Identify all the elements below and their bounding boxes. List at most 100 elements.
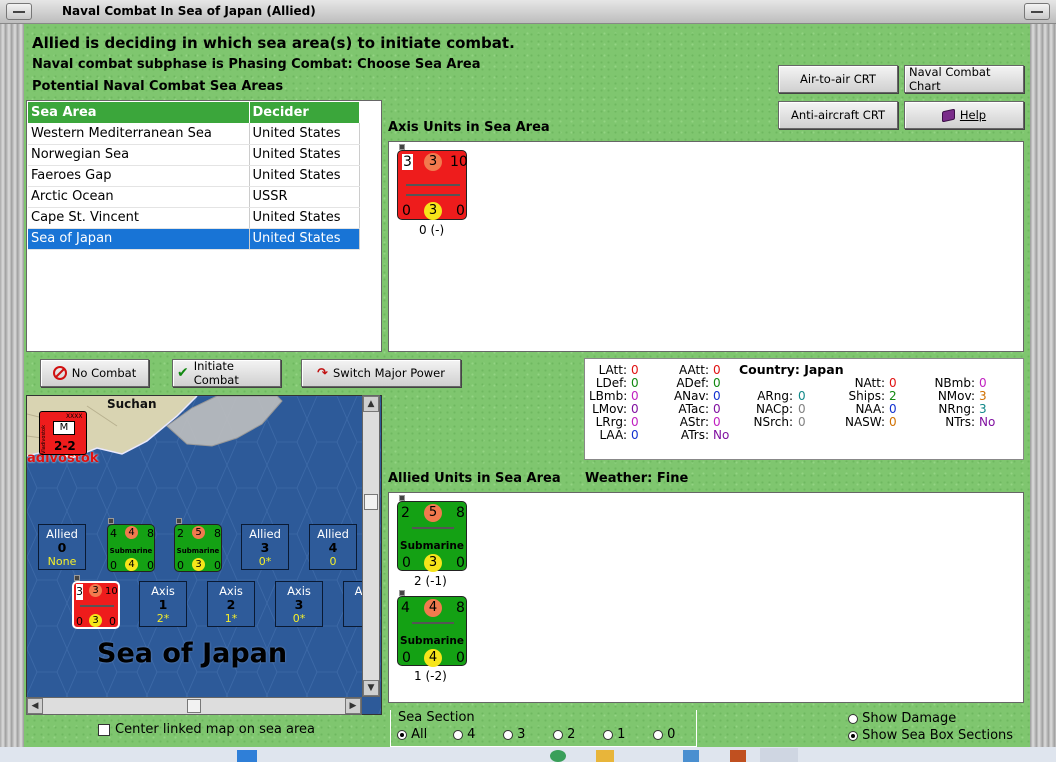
stat-value: 0 (798, 415, 806, 429)
allied-sea-box-4[interactable]: Allied 4 0 (309, 524, 357, 570)
initiate-combat-button[interactable]: ✔ Initiate Combat (172, 359, 281, 387)
allied-submarine-counter[interactable]: 4 4 8 Submarine 0 4 0 (397, 596, 467, 667)
stat-value: 0 (713, 363, 721, 377)
decider-cell: United States (249, 165, 360, 187)
help-button[interactable]: Help (904, 101, 1024, 129)
minimize-button[interactable] (6, 3, 32, 20)
stat-value: 0 (798, 402, 806, 416)
radio-icon[interactable] (453, 729, 463, 740)
map-horizontal-scrollbar[interactable]: ◀ ▶ (26, 697, 362, 715)
table-row[interactable]: Cape St. Vincent United States (28, 207, 360, 229)
potential-areas-label: Potential Naval Combat Sea Areas (32, 79, 284, 94)
table-row[interactable]: Norwegian Sea United States (28, 144, 360, 166)
axis-units-panel: 3 3 10 0 3 0 0 (-) (388, 141, 1024, 352)
folder-icon[interactable] (596, 750, 614, 762)
hq-symbol-icon: M (53, 421, 75, 435)
window-menu-button[interactable] (1024, 3, 1050, 20)
map-submarine-counter[interactable]: 4 4 8 Submarine 0 4 0 (107, 524, 155, 572)
sea-area-table: Sea Area Decider Western Mediterranean S… (26, 100, 382, 352)
scroll-right-icon[interactable]: ▶ (345, 698, 361, 714)
stat-label: LAA: (599, 428, 627, 442)
table-row-selected[interactable]: Sea of Japan United States (28, 228, 360, 250)
no-entry-icon (52, 366, 67, 380)
browser-icon[interactable] (550, 750, 566, 762)
radio-icon[interactable] (603, 729, 613, 740)
column-header-decider[interactable]: Decider (249, 102, 360, 123)
stat-label: Ships: (848, 389, 885, 403)
stat-value: 0 (713, 389, 721, 403)
scroll-up-icon[interactable]: ▲ (363, 396, 379, 412)
stat-label: NAA: (855, 402, 885, 416)
vertical-scroll-thumb[interactable] (364, 494, 378, 510)
air-to-air-crt-button[interactable]: Air-to-air CRT (778, 65, 898, 93)
allied-submarine-counter[interactable]: 2 5 8 Submarine 0 3 0 (397, 501, 467, 572)
sea-area-cell: Cape St. Vincent (28, 207, 250, 229)
axis-ship-counter[interactable]: 3 3 10 0 3 0 (397, 150, 468, 220)
sea-section-option-1[interactable]: 1 (603, 727, 653, 742)
app-icon[interactable] (683, 750, 699, 762)
map-vertical-scrollbar[interactable]: ▲ ▼ (362, 395, 380, 697)
stat-value: 0 (631, 402, 639, 416)
axis-sea-box-3[interactable]: Axis 3 0* (275, 581, 323, 627)
switch-arrow-icon: ↷ (317, 365, 328, 381)
unit-caption: 0 (-) (419, 223, 445, 237)
stat-value: 0 (631, 363, 639, 377)
table-row[interactable]: Western Mediterranean Sea United States (28, 123, 360, 145)
stat-label: LMov: (592, 402, 627, 416)
stat-value: 0 (713, 402, 721, 416)
decider-cell: United States (249, 123, 360, 145)
app-icon[interactable] (760, 748, 798, 762)
radio-icon[interactable] (848, 713, 858, 724)
submarine-silhouette-icon (412, 524, 454, 529)
stat-label: ARng: (757, 389, 793, 403)
map-submarine-counter[interactable]: 2 5 8 Submarine 0 3 0 (174, 524, 222, 572)
taskbar (0, 747, 1056, 762)
weather-display: Weather: Fine (585, 471, 689, 486)
stat-value: 0 (713, 415, 721, 429)
sea-area-cell: Arctic Ocean (28, 186, 250, 208)
sea-section-option-2[interactable]: 2 (553, 727, 603, 742)
naval-combat-chart-button[interactable]: Naval Combat Chart (904, 65, 1024, 93)
radio-icon[interactable] (553, 729, 563, 740)
sea-section-option-all[interactable]: All (397, 727, 453, 742)
radio-icon[interactable] (503, 729, 513, 740)
no-combat-button[interactable]: No Combat (40, 359, 149, 387)
sea-section-option-0[interactable]: 0 (653, 727, 693, 742)
show-damage-option[interactable]: Show Damage (848, 711, 956, 726)
stat-value: No (713, 428, 730, 442)
axis-sea-box-2[interactable]: Axis 2 1* (207, 581, 255, 627)
table-row[interactable]: Faeroes Gap United States (28, 165, 360, 187)
stat-value: 0 (889, 402, 897, 416)
center-map-option[interactable]: Center linked map on sea area (98, 722, 315, 737)
show-sections-option[interactable]: Show Sea Box Sections (848, 728, 1013, 743)
app-icon[interactable] (730, 750, 746, 762)
ship-silhouette-icon (406, 191, 460, 196)
sea-section-option-4[interactable]: 4 (453, 727, 503, 742)
allied-sea-box-3[interactable]: Allied 3 0* (241, 524, 289, 570)
stat-value: 0 (631, 415, 639, 429)
stat-label: AAtt: (679, 363, 709, 377)
radio-icon[interactable] (848, 730, 858, 741)
column-header-sea-area[interactable]: Sea Area (28, 102, 250, 123)
scroll-left-icon[interactable]: ◀ (27, 698, 43, 714)
sea-area-cell: Norwegian Sea (28, 144, 250, 166)
stat-label: NBmb: (934, 376, 975, 390)
sea-section-group: Sea Section All 4 3 2 1 0 (390, 710, 697, 747)
switch-major-power-button[interactable]: ↷ Switch Major Power (301, 359, 461, 387)
horizontal-scroll-thumb[interactable] (187, 699, 201, 713)
start-icon[interactable] (237, 750, 257, 762)
stat-label: ANav: (673, 389, 709, 403)
allied-sea-box-0[interactable]: Allied 0 None (38, 524, 86, 570)
hq-counter[interactable]: XXXX Vladivostok M 2-2 (39, 411, 87, 455)
axis-sea-box-1[interactable]: Axis 1 2* (139, 581, 187, 627)
anti-aircraft-crt-button[interactable]: Anti-aircraft CRT (778, 101, 898, 129)
radio-icon[interactable] (397, 729, 407, 740)
linked-map[interactable]: Suchan adivostok XXXX Vladivostok M 2-2 … (26, 395, 382, 715)
center-map-checkbox[interactable] (98, 723, 110, 736)
radio-icon[interactable] (653, 729, 663, 740)
table-row[interactable]: Arctic Ocean USSR (28, 186, 360, 208)
sea-section-option-3[interactable]: 3 (503, 727, 553, 742)
stat-value: 0 (631, 376, 639, 390)
map-axis-ship-counter[interactable]: 3 3 10 0 3 0 (72, 581, 120, 629)
scroll-down-icon[interactable]: ▼ (363, 680, 379, 696)
